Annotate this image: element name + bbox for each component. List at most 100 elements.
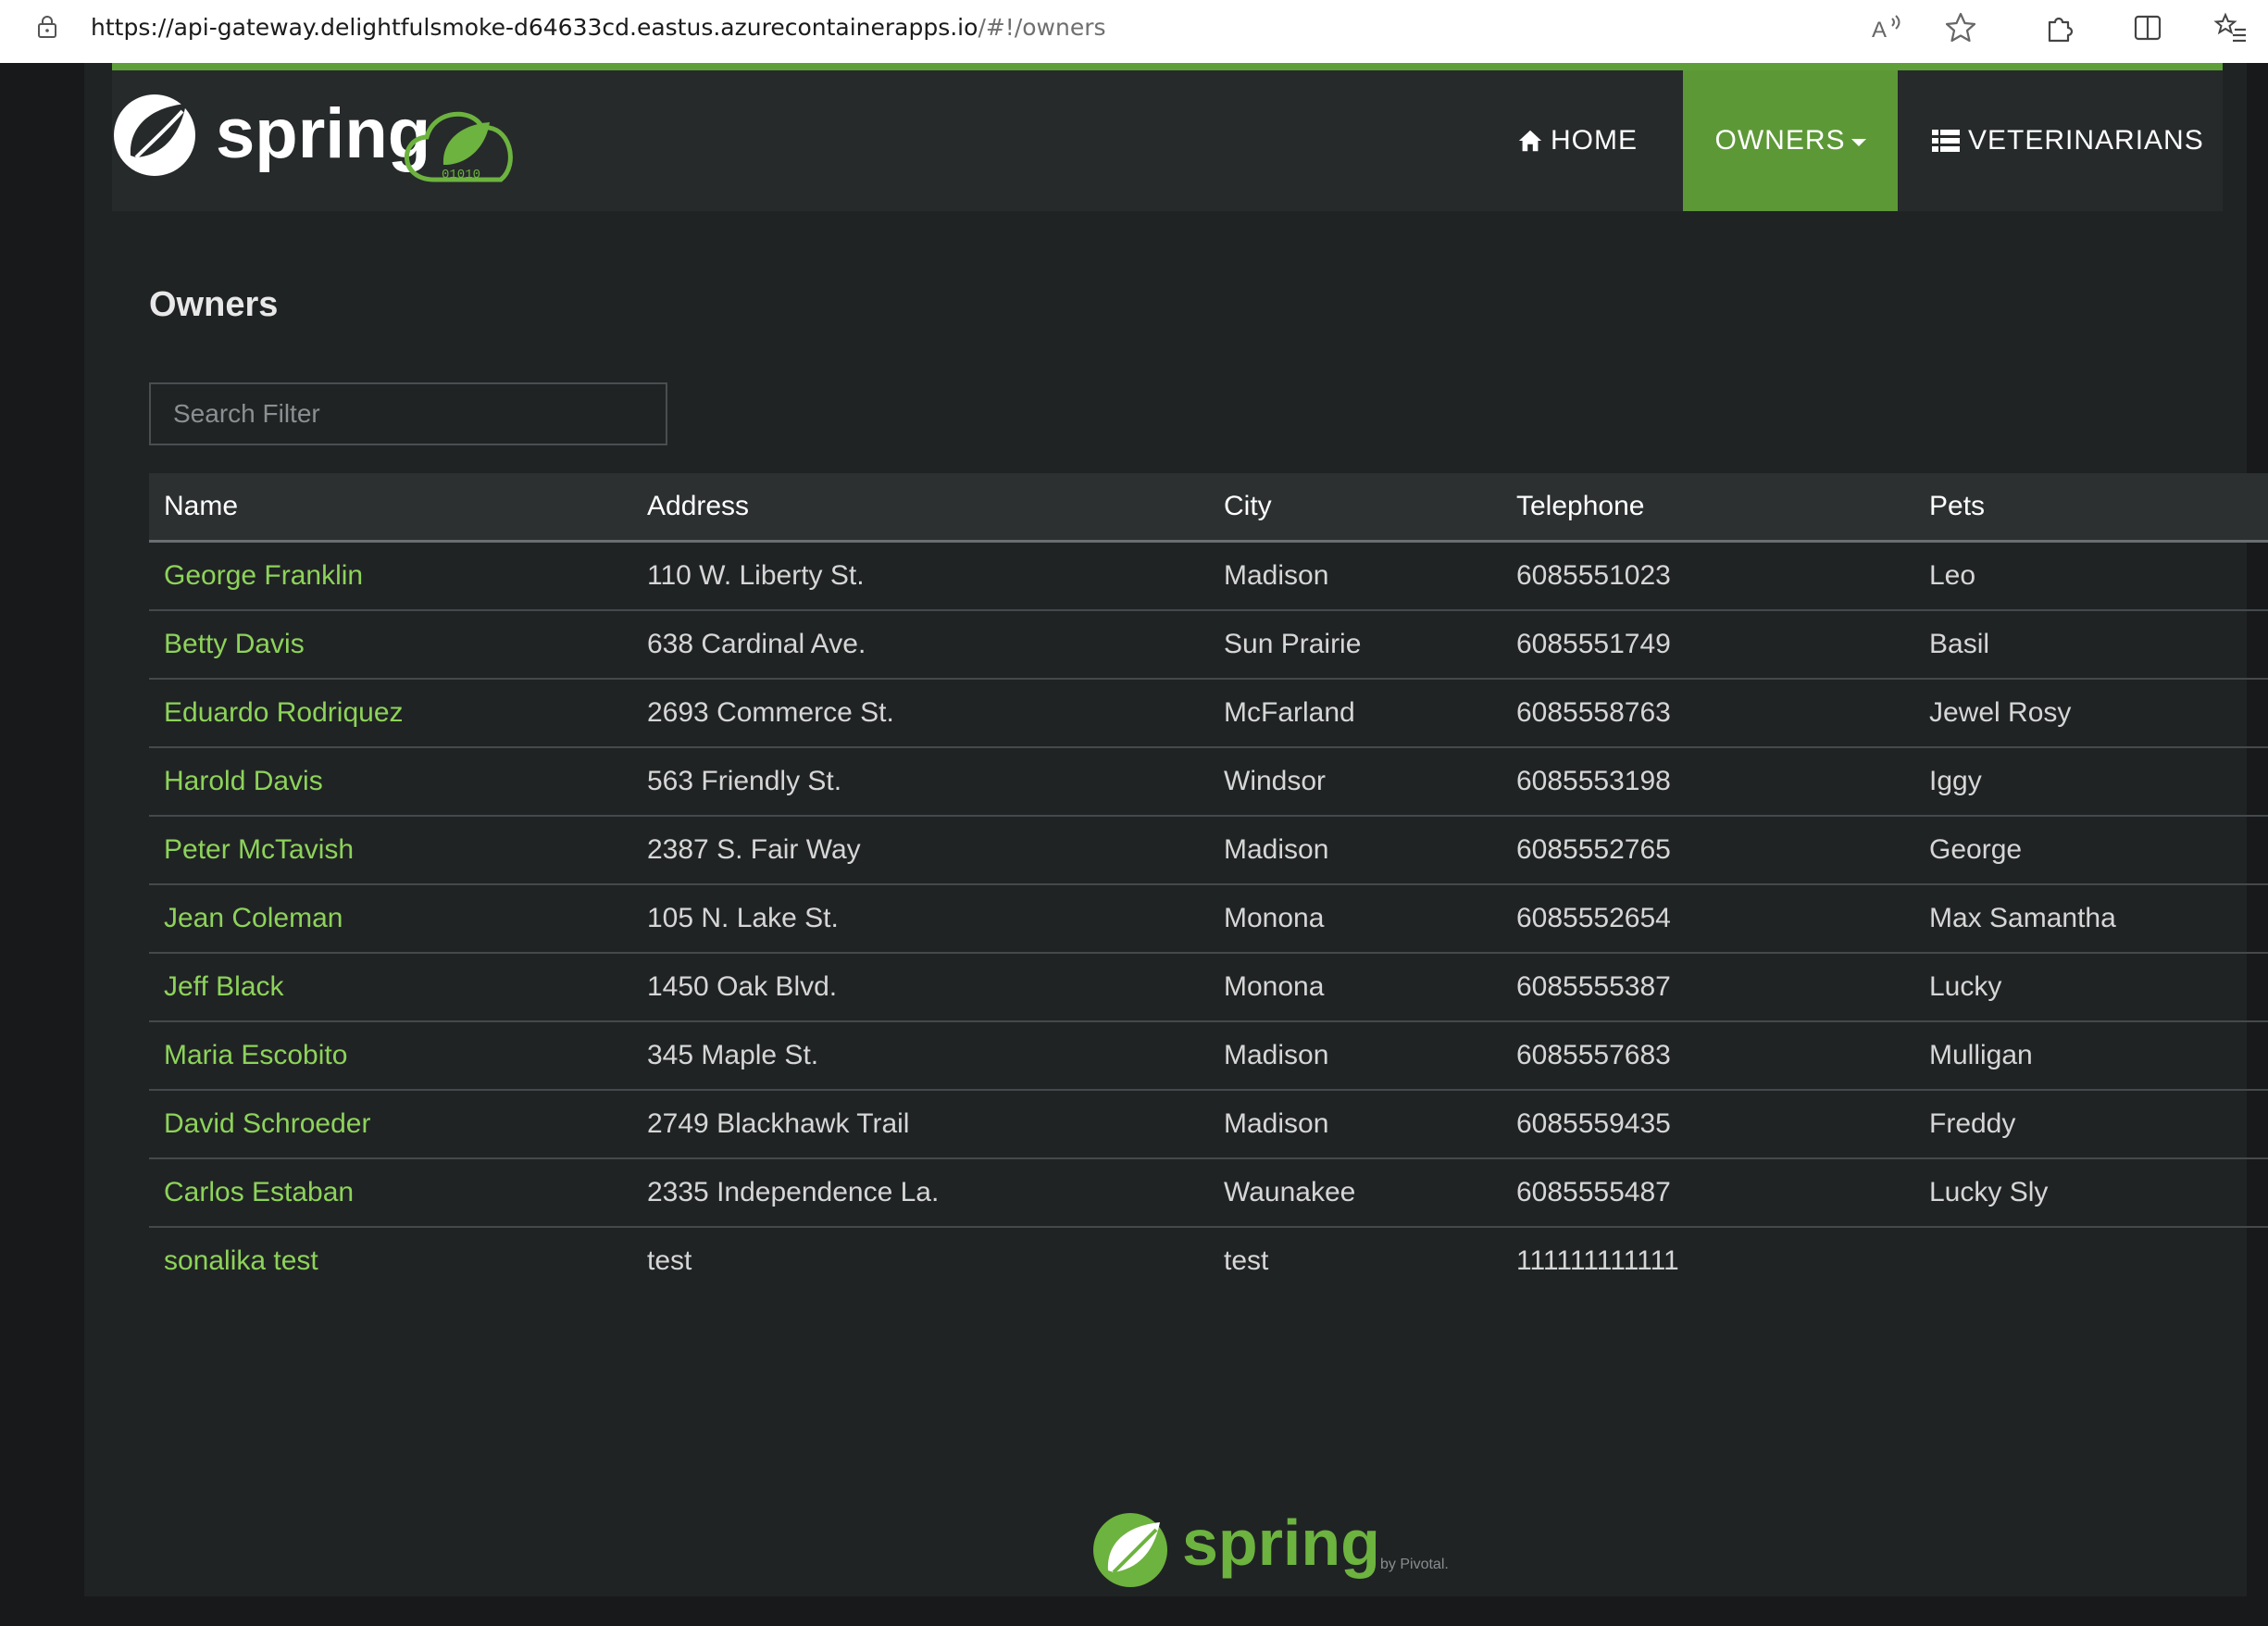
cell-address: 638 Cardinal Ave. [632, 609, 1209, 679]
cell-city: Madison [1209, 815, 1502, 884]
cell-name: Eduardo Rodriquez [149, 678, 632, 747]
table-row: Maria Escobito 345 Maple St. Madison 608… [149, 1020, 2268, 1090]
table-row: Jean Coleman 105 N. Lake St. Monona 6085… [149, 883, 2268, 953]
cell-address: 2387 S. Fair Way [632, 815, 1209, 884]
table-row: Peter McTavish 2387 S. Fair Way Madison … [149, 815, 2268, 884]
cell-address: 2693 Commerce St. [632, 678, 1209, 747]
cell-address: test [632, 1226, 1209, 1295]
header-pets: Pets [1914, 473, 2268, 543]
cell-pets: Leo [1929, 560, 1976, 591]
owner-link[interactable]: Carlos Estaban [164, 1177, 354, 1207]
cell-pets: Max Samantha [1914, 883, 2268, 953]
logo-badge: 01010 [442, 168, 480, 182]
nav-home-label: HOME [1551, 125, 1638, 156]
owner-link[interactable]: Betty Davis [164, 629, 305, 659]
owner-link[interactable]: sonalika test [164, 1245, 318, 1276]
header-address: Address [632, 473, 1209, 543]
cell-name: George Franklin [149, 542, 632, 611]
table-row: David Schroeder 2749 Blackhawk Trail Mad… [149, 1089, 2268, 1158]
cell-address: 110 W. Liberty St. [647, 560, 865, 591]
cell-city: Windsor [1209, 746, 1502, 816]
home-icon [1518, 130, 1542, 152]
svg-text:A: A [1872, 18, 1887, 43]
search-filter-input[interactable] [149, 382, 667, 445]
cell-city: Monona [1209, 952, 1502, 1021]
owner-link[interactable]: Maria Escobito [164, 1040, 347, 1070]
cell-telephone: 6085558763 [1502, 678, 1914, 747]
favorite-star-icon[interactable] [1942, 9, 1979, 46]
table-row: Jeff Black 1450 Oak Blvd. Monona 6085555… [149, 952, 2268, 1021]
table-row: Harold Davis 563 Friendly St. Windsor 60… [149, 746, 2268, 816]
owner-link[interactable]: Peter McTavish [164, 834, 354, 865]
cell-telephone: 6085552654 [1502, 883, 1914, 953]
table-header-row: Name Address City Telephone Pets [149, 473, 2268, 543]
cell-name: Harold Davis [149, 746, 632, 816]
cell-pets: George [1914, 815, 2268, 884]
nav-owners[interactable]: OWNERS [1683, 70, 1898, 211]
cell-address: 1450 Oak Blvd. [632, 952, 1209, 1021]
cell-address: 2335 Independence La. [632, 1157, 1209, 1227]
list-icon [1932, 130, 1960, 152]
cell-name: sonalika test [149, 1226, 632, 1295]
table-row: Eduardo Rodriquez 2693 Commerce St. McFa… [149, 678, 2268, 747]
owner-link[interactable]: Eduardo Rodriquez [164, 697, 404, 728]
cell-name: Jean Coleman [149, 883, 632, 953]
read-aloud-icon[interactable]: A [1868, 9, 1905, 46]
header-telephone: Telephone [1502, 473, 1914, 543]
lock-icon[interactable] [33, 13, 61, 41]
cell-telephone: 6085551023 [1516, 560, 1671, 591]
cell-telephone: 6085557683 [1502, 1020, 1914, 1090]
cell-pets: Lucky Sly [1914, 1157, 2268, 1227]
extensions-icon[interactable] [2040, 9, 2077, 46]
footer-byline: by Pivotal. [1380, 1557, 1449, 1572]
owners-table: Name Address City Telephone Pets George … [149, 473, 2268, 1295]
caret-down-icon [1851, 139, 1866, 146]
address-bar[interactable]: https://api-gateway.delightfulsmoke-d646… [0, 0, 2005, 56]
cell-telephone: 111111111111 [1502, 1226, 1914, 1295]
cell-telephone: 6085553198 [1502, 746, 1914, 816]
cell-city: Monona [1209, 883, 1502, 953]
owner-link[interactable]: Jeff Black [164, 971, 284, 1002]
url-host: https://api-gateway.delightfulsmoke-d646… [91, 14, 978, 41]
spring-logo[interactable]: spring 01010 [112, 91, 547, 183]
cell-address: 105 N. Lake St. [632, 883, 1209, 953]
cell-pets: Freddy [1914, 1089, 2268, 1158]
nav-owners-label: OWNERS [1714, 125, 1846, 156]
cell-city: Madison [1209, 1020, 1502, 1090]
logo-text: spring [216, 94, 430, 173]
cell-city: Sun Prairie [1209, 609, 1502, 679]
table-row: sonalika test test test 111111111111 [149, 1226, 2268, 1295]
browser-toolbar: https://api-gateway.delightfulsmoke-d646… [0, 0, 2268, 63]
table-row: George Franklin 110 W. Liberty St. Madis… [149, 542, 2268, 611]
nav-home[interactable]: HOME [1517, 70, 1638, 211]
cell-name: David Schroeder [149, 1089, 632, 1158]
nav-veterinarians[interactable]: VETERINARIANS [1931, 70, 2209, 211]
main-container: spring 01010 HOME OWNERS VETERINARIANS O… [84, 63, 2268, 1596]
owner-link[interactable]: George Franklin [164, 560, 363, 591]
cell-name: Betty Davis [149, 609, 632, 679]
cell-address: 563 Friendly St. [632, 746, 1209, 816]
navbar: spring 01010 HOME OWNERS VETERINARIANS [112, 63, 2223, 211]
table-row: Carlos Estaban 2335 Independence La. Wau… [149, 1157, 2268, 1227]
owner-link[interactable]: Jean Coleman [164, 903, 343, 933]
nav-vets-label: VETERINARIANS [1968, 125, 2204, 156]
footer-logo-text: spring [1182, 1507, 1380, 1579]
footer-spring-logo: spring by Pivotal. [1091, 1507, 1480, 1591]
owner-link[interactable]: Harold Davis [164, 766, 323, 796]
url-path: /#!/owners [978, 14, 1106, 41]
cell-telephone: 6085555487 [1502, 1157, 1914, 1227]
owner-link[interactable]: David Schroeder [164, 1108, 370, 1139]
cell-pets: Jewel Rosy [1914, 678, 2268, 747]
cell-pets: Lucky [1914, 952, 2268, 1021]
url-text[interactable]: https://api-gateway.delightfulsmoke-d646… [91, 11, 1106, 44]
cell-city: test [1209, 1226, 1502, 1295]
cell-telephone: 6085555387 [1502, 952, 1914, 1021]
cell-name: Carlos Estaban [149, 1157, 632, 1227]
header-name: Name [149, 473, 632, 543]
cell-pets [1914, 1226, 2268, 1295]
cell-pets: Iggy [1914, 746, 2268, 816]
cell-name: Peter McTavish [149, 815, 632, 884]
split-screen-icon[interactable] [2129, 9, 2166, 46]
cell-pets: Basil [1914, 609, 2268, 679]
favorites-list-icon[interactable] [2212, 9, 2249, 46]
